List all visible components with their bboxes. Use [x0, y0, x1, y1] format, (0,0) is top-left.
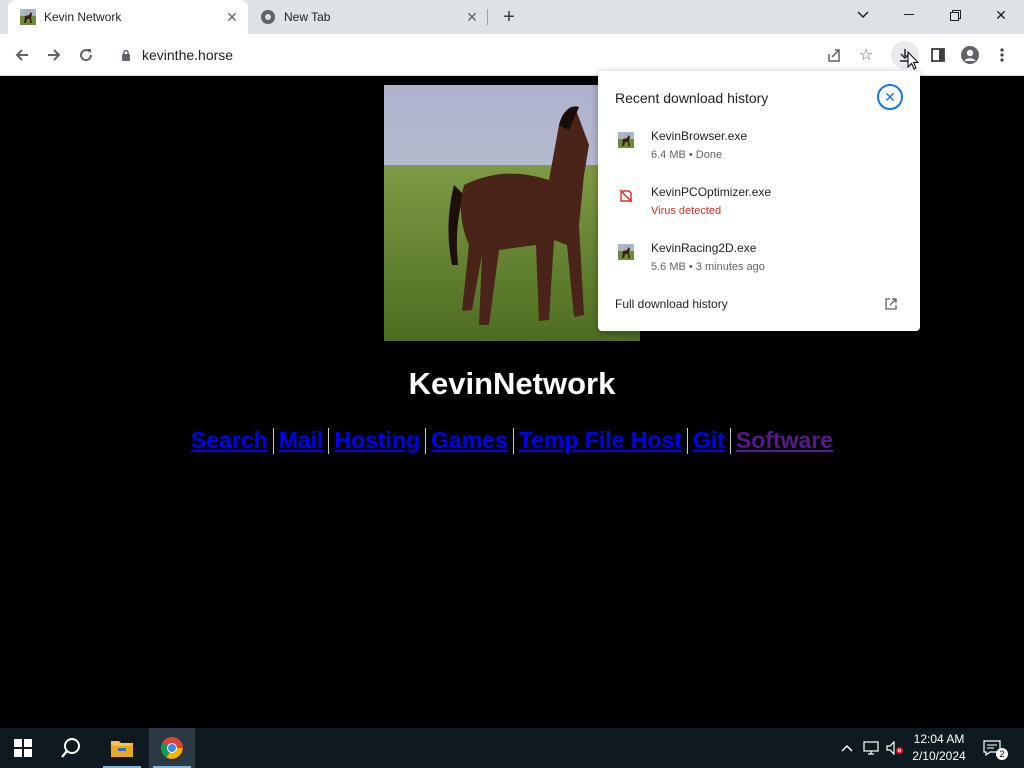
windows-start-icon[interactable]: [0, 728, 46, 768]
nav-link-temp-file-host[interactable]: Temp File Host: [514, 427, 687, 454]
new-tab-plus-icon[interactable]: +: [497, 5, 521, 29]
close-icon[interactable]: ✕: [877, 84, 903, 110]
tab-close-icon[interactable]: ✕: [462, 7, 482, 27]
download-bubble-heading: Recent download history: [615, 90, 769, 106]
blocked-download-icon: [619, 189, 633, 203]
download-status: 6.4 MB • Done: [651, 149, 723, 161]
tab-kevin-network[interactable]: Kevin Network ✕: [8, 0, 248, 34]
tab-strip: Kevin Network ✕ New Tab ✕ + ✕: [0, 0, 1024, 34]
full-download-history-link[interactable]: Full download history: [615, 297, 728, 311]
download-status: Virus detected: [651, 205, 722, 217]
profile-avatar-icon[interactable]: [956, 41, 984, 69]
tab-separator: [487, 9, 488, 25]
restore-icon[interactable]: [932, 0, 978, 30]
external-link-icon[interactable]: [884, 297, 898, 311]
nav-link-hosting[interactable]: Hosting: [329, 427, 425, 454]
tab-title: New Tab: [284, 10, 331, 24]
taskbar: 12:04 AM 2/10/2024 2: [0, 728, 1024, 768]
nav-link-mail[interactable]: Mail: [274, 427, 329, 454]
clock-time: 12:04 AM: [913, 732, 965, 746]
bookmark-star-icon[interactable]: ☆: [852, 41, 880, 69]
nav-link-games[interactable]: Games: [426, 427, 513, 454]
tab-close-icon[interactable]: ✕: [222, 7, 242, 27]
tab-title: Kevin Network: [44, 10, 122, 24]
download-item[interactable]: KevinBrowser.exe 6.4 MB • Done: [598, 129, 920, 179]
system-clock[interactable]: 12:04 AM 2/10/2024: [905, 731, 973, 765]
site-title: KevinNetwork: [408, 366, 616, 401]
url-text: kevinthe.horse: [142, 47, 234, 63]
horse-favicon-icon: [20, 9, 36, 25]
reload-icon[interactable]: [72, 41, 100, 69]
file-explorer-icon[interactable]: [99, 728, 145, 768]
tab-new-tab[interactable]: New Tab ✕: [248, 0, 488, 34]
network-icon[interactable]: [862, 740, 880, 756]
show-hidden-icons-chevron-icon[interactable]: [838, 740, 856, 756]
download-item[interactable]: KevinRacing2D.exe 5.6 MB • 3 minutes ago: [598, 241, 920, 291]
download-history-bubble: Recent download history ✕ KevinBrowser.e…: [598, 71, 920, 331]
browser-toolbar: kevinthe.horse ☆: [0, 34, 1024, 76]
tab-search-chevron-icon[interactable]: [840, 0, 886, 30]
menu-kebab-icon[interactable]: [988, 41, 1016, 69]
file-icon: [618, 132, 634, 148]
notification-count-badge: 2: [996, 748, 1008, 760]
download-filename: KevinPCOptimizer.exe: [651, 185, 772, 199]
nav-links: Search Mail Hosting Games Temp File Host…: [0, 427, 1024, 454]
back-arrow-icon[interactable]: [8, 41, 36, 69]
file-icon: [618, 244, 634, 260]
share-icon[interactable]: [820, 41, 848, 69]
volume-muted-icon[interactable]: [886, 740, 904, 756]
minimize-icon[interactable]: [886, 0, 932, 30]
clock-date: 2/10/2024: [912, 749, 966, 763]
lock-icon[interactable]: [120, 49, 132, 61]
side-panel-icon[interactable]: [924, 41, 952, 69]
close-window-icon[interactable]: ✕: [978, 0, 1024, 30]
chrome-icon: [261, 10, 275, 24]
nav-link-search[interactable]: Search: [186, 427, 273, 454]
nav-link-git[interactable]: Git: [688, 427, 730, 454]
download-item[interactable]: KevinPCOptimizer.exe Virus detected: [598, 185, 920, 235]
download-status: 5.6 MB • 3 minutes ago: [651, 261, 765, 273]
chrome-taskbar-icon[interactable]: [149, 728, 195, 768]
download-filename: KevinBrowser.exe: [651, 129, 748, 143]
nav-link-software[interactable]: Software: [731, 427, 838, 454]
search-icon[interactable]: [48, 728, 94, 768]
address-bar[interactable]: kevinthe.horse: [106, 40, 886, 70]
forward-arrow-icon[interactable]: [40, 41, 68, 69]
download-filename: KevinRacing2D.exe: [651, 241, 757, 255]
mouse-cursor-icon: [907, 51, 919, 70]
